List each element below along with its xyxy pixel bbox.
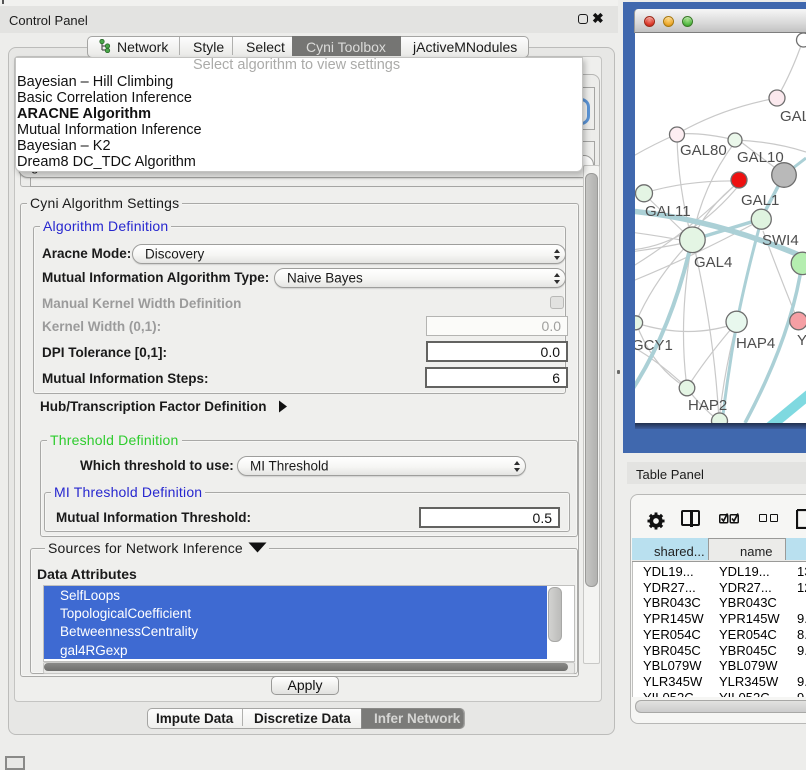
svg-text:GAL80: GAL80 bbox=[680, 142, 727, 159]
svg-text:GAL10: GAL10 bbox=[737, 149, 784, 166]
svg-text:GAL11: GAL11 bbox=[645, 203, 691, 220]
svg-text:GAL4: GAL4 bbox=[694, 254, 732, 271]
svg-text:SWI4: SWI4 bbox=[762, 232, 799, 249]
svg-text:HAP2: HAP2 bbox=[688, 397, 727, 414]
svg-text:GCY1: GCY1 bbox=[635, 337, 673, 354]
svg-text:GAL1: GAL1 bbox=[741, 192, 779, 209]
svg-text:GAL2: GAL2 bbox=[780, 108, 806, 125]
svg-text:HAP4: HAP4 bbox=[736, 335, 775, 352]
svg-text:Y: Y bbox=[797, 332, 806, 349]
